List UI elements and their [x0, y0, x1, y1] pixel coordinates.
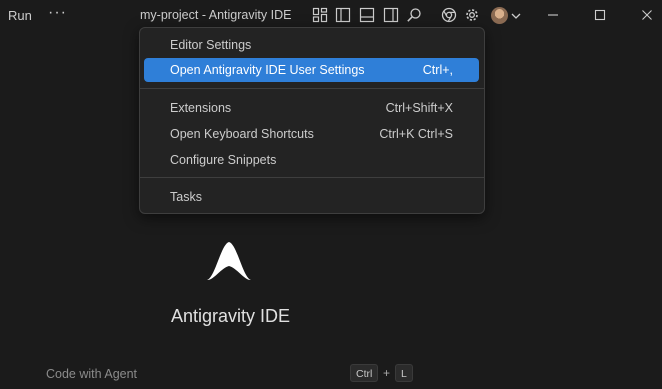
chrome-icon[interactable] [441, 7, 457, 23]
avatar[interactable] [491, 7, 508, 24]
menu-item-label: Extensions [170, 101, 232, 115]
panel-icon[interactable] [359, 7, 375, 23]
menu-item-keyboard-shortcuts[interactable]: Open Keyboard Shortcuts Ctrl+K Ctrl+S [144, 122, 479, 146]
menu-item-label: Configure Snippets [170, 153, 277, 167]
menu-item-configure-snippets[interactable]: Configure Snippets [144, 148, 479, 172]
close-icon[interactable] [641, 9, 653, 21]
primary-sidebar-icon[interactable] [335, 7, 351, 23]
menu-item-label: Tasks [170, 190, 202, 204]
menu-item-tasks[interactable]: Tasks [144, 185, 479, 209]
maximize-icon[interactable] [594, 9, 606, 21]
menu-item-label: Open Keyboard Shortcuts [170, 127, 314, 141]
menu-item-label: Editor Settings [170, 38, 252, 52]
antigravity-logo [205, 238, 253, 282]
menu-item-shortcut: Ctrl+Shift+X [385, 101, 453, 115]
minimize-icon[interactable] [547, 9, 559, 21]
menu-item-editor-settings[interactable]: Editor Settings [144, 33, 479, 57]
window-title: my-project - Antigravity IDE [140, 8, 292, 22]
menu-separator [140, 177, 484, 178]
product-name: Antigravity IDE [171, 306, 291, 326]
more-menu[interactable]: ··· [48, 4, 67, 22]
menu-item-shortcut: Ctrl+K Ctrl+S [379, 127, 453, 141]
search-icon[interactable] [406, 7, 422, 23]
settings-menu: Editor Settings Open Antigravity IDE Use… [139, 27, 485, 214]
menu-separator [140, 88, 484, 89]
menu-item-extensions[interactable]: Extensions Ctrl+Shift+X [144, 96, 479, 120]
chevron-down-icon[interactable] [510, 9, 522, 21]
keycap-ctrl: Ctrl [350, 364, 379, 382]
menu-item-shortcut: Ctrl+, [422, 63, 453, 77]
code-with-agent-hint: Code with Agent [46, 367, 138, 381]
menu-item-user-settings[interactable]: Open Antigravity IDE User Settings Ctrl+… [144, 58, 479, 82]
layout-icon[interactable] [312, 7, 328, 23]
keycap-plus: + [383, 366, 391, 380]
run-menu[interactable]: Run [8, 8, 32, 23]
secondary-sidebar-icon[interactable] [383, 7, 399, 23]
keycap-l: L [395, 364, 413, 382]
gear-icon[interactable] [464, 7, 480, 23]
menu-item-label: Open Antigravity IDE User Settings [170, 63, 365, 77]
